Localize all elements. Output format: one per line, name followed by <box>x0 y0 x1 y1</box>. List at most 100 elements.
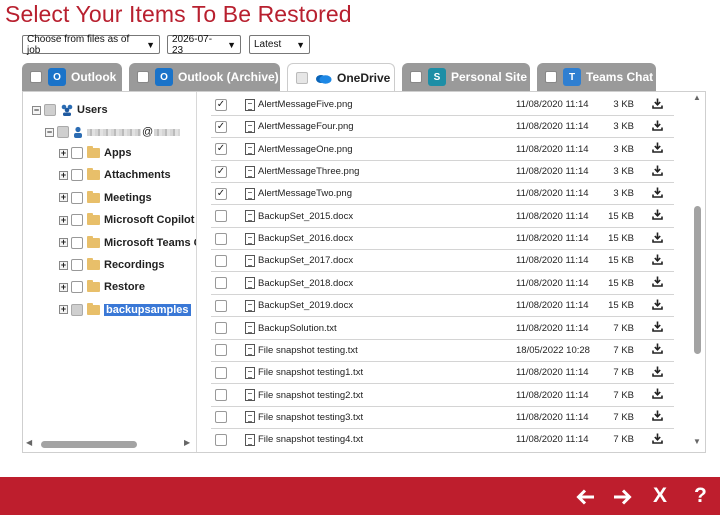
tree-checkbox[interactable] <box>71 191 83 204</box>
file-row[interactable]: ✓ AlertMessageTwo.png 11/08/2020 11:14 3 KB <box>211 183 674 206</box>
file-checkbox[interactable] <box>215 366 227 379</box>
download-icon[interactable] <box>652 187 663 201</box>
version-select[interactable]: Latest ▼ <box>249 35 310 54</box>
tree-folder-item[interactable]: + Microsoft Teams Cl <box>59 235 196 251</box>
tree-checkbox[interactable] <box>71 259 83 271</box>
file-checkbox[interactable] <box>215 254 227 267</box>
file-checkbox[interactable] <box>215 232 227 245</box>
expand-icon[interactable]: + <box>59 170 68 180</box>
next-button[interactable] <box>613 487 632 511</box>
scrollbar-thumb[interactable] <box>694 206 701 354</box>
download-icon[interactable] <box>652 343 663 357</box>
file-row[interactable]: ✓ AlertMessageOne.png 11/08/2020 11:14 3 KB <box>211 139 674 161</box>
download-icon[interactable] <box>652 142 663 156</box>
job-select[interactable]: Choose from files as of job ▼ <box>22 34 160 56</box>
tab-outlook-archive[interactable]: O Outlook (Archive) <box>129 63 280 91</box>
scrollbar-thumb[interactable] <box>41 441 137 448</box>
tree-checkbox[interactable] <box>44 104 56 116</box>
file-checkbox[interactable] <box>215 322 227 334</box>
file-row[interactable]: File snapshot testing3.txt 11/08/2020 11:… <box>211 407 674 429</box>
tree-folder-item[interactable]: + Meetings <box>59 190 152 206</box>
file-row[interactable]: File snapshot testing1.txt 11/08/2020 11:… <box>211 362 674 385</box>
expand-icon[interactable]: + <box>59 305 68 315</box>
file-row[interactable]: BackupSet_2018.docx 11/08/2020 11:14 15 KB <box>211 273 674 295</box>
scroll-left-icon[interactable]: ◀ <box>26 438 32 447</box>
file-checkbox[interactable] <box>215 344 227 357</box>
expand-icon[interactable]: + <box>59 238 68 248</box>
horizontal-scrollbar[interactable]: ◀ ▶ <box>23 437 196 451</box>
file-checkbox[interactable]: ✓ <box>215 143 227 156</box>
download-icon[interactable] <box>652 321 663 335</box>
expand-icon[interactable]: + <box>59 282 68 292</box>
file-row[interactable]: ✓ AlertMessageFive.png 11/08/2020 11:14 3 K… <box>211 94 674 116</box>
scroll-down-icon[interactable]: ▼ <box>693 437 701 446</box>
download-icon[interactable] <box>652 209 663 223</box>
tree-checkbox[interactable] <box>57 126 69 138</box>
file-checkbox[interactable] <box>215 411 227 424</box>
file-row[interactable]: BackupSet_2016.docx 11/08/2020 11:14 15 KB <box>211 228 674 251</box>
vertical-scrollbar[interactable]: ▲ ▼ <box>689 92 705 452</box>
scroll-up-icon[interactable]: ▲ <box>693 93 701 102</box>
file-checkbox[interactable] <box>215 389 227 402</box>
tab-checkbox[interactable] <box>296 72 308 84</box>
file-row[interactable]: File snapshot testing4.txt 11/08/2020 11:… <box>211 429 674 450</box>
download-icon[interactable] <box>652 299 663 313</box>
tab-checkbox[interactable] <box>30 71 42 83</box>
tab-personal-site[interactable]: S Personal Site <box>402 63 530 91</box>
file-checkbox[interactable]: ✓ <box>215 187 227 200</box>
file-row[interactable]: File snapshot testing2.txt 11/08/2020 11:… <box>211 385 674 407</box>
file-row[interactable]: ✓ AlertMessageFour.png 11/08/2020 11:14 3 K… <box>211 116 674 139</box>
expand-icon[interactable]: + <box>59 260 68 270</box>
file-row[interactable]: BackupSet_2015.docx 11/08/2020 11:14 15 KB <box>211 206 674 228</box>
tree-checkbox[interactable] <box>71 303 83 316</box>
tree-checkbox[interactable] <box>71 214 83 227</box>
expand-icon[interactable]: + <box>59 215 68 225</box>
file-checkbox[interactable] <box>215 210 227 223</box>
tree-checkbox[interactable] <box>71 169 83 182</box>
tree-folder-item[interactable]: + Recordings <box>59 257 165 273</box>
file-row[interactable]: BackupSet_2019.docx 11/08/2020 11:14 15 KB <box>211 295 674 318</box>
file-row[interactable]: ✓ AlertMessageThree.png 11/08/2020 11:14 3 … <box>211 161 674 184</box>
tab-checkbox[interactable] <box>545 71 557 83</box>
file-checkbox[interactable]: ✓ <box>215 165 227 178</box>
download-icon[interactable] <box>652 276 663 290</box>
download-icon[interactable] <box>652 98 663 112</box>
tree-checkbox[interactable] <box>71 147 83 159</box>
tree-checkbox[interactable] <box>71 281 83 294</box>
file-checkbox[interactable]: ✓ <box>215 120 227 133</box>
tab-outlook[interactable]: O Outlook <box>22 63 122 91</box>
tree-folder-item[interactable]: + backupsamples <box>59 302 191 318</box>
expand-icon[interactable]: + <box>59 193 68 203</box>
tree-node-user[interactable]: − @ <box>45 124 181 140</box>
back-button[interactable] <box>576 487 595 511</box>
tree-folder-item[interactable]: + Microsoft Copilot C <box>59 212 196 228</box>
tree-folder-item[interactable]: + Apps <box>59 145 132 161</box>
download-icon[interactable] <box>652 388 663 402</box>
file-row[interactable]: File snapshot testing.txt 18/05/2022 10:2… <box>211 340 674 362</box>
file-checkbox[interactable] <box>215 433 227 446</box>
tab-onedrive[interactable]: OneDrive <box>287 63 395 92</box>
date-select[interactable]: 2026-07-23 ▼ <box>167 34 241 56</box>
file-row[interactable]: BackupSet_2017.docx 11/08/2020 11:14 15 KB <box>211 250 674 273</box>
download-icon[interactable] <box>652 410 663 424</box>
file-checkbox[interactable]: ✓ <box>215 98 227 111</box>
download-icon[interactable] <box>652 254 663 268</box>
expand-icon[interactable]: + <box>59 148 68 158</box>
tree-checkbox[interactable] <box>71 236 83 249</box>
tree-node-users[interactable]: − Users <box>32 102 108 118</box>
help-button[interactable]: ? <box>694 484 707 508</box>
download-icon[interactable] <box>652 433 663 447</box>
tab-checkbox[interactable] <box>137 71 149 83</box>
collapse-icon[interactable]: − <box>45 127 54 137</box>
collapse-icon[interactable]: − <box>32 105 41 115</box>
download-icon[interactable] <box>652 232 663 246</box>
file-row[interactable]: BackupSolution.txt 11/08/2020 11:14 7 KB <box>211 318 674 340</box>
tree-folder-item[interactable]: + Restore <box>59 279 145 295</box>
tab-checkbox[interactable] <box>410 71 422 83</box>
tree-folder-item[interactable]: + Attachments <box>59 167 171 183</box>
download-icon[interactable] <box>652 165 663 179</box>
download-icon[interactable] <box>652 366 663 380</box>
close-button[interactable]: X <box>653 484 667 508</box>
file-checkbox[interactable] <box>215 277 227 290</box>
tab-teams-chat[interactable]: T Teams Chat <box>537 63 656 91</box>
